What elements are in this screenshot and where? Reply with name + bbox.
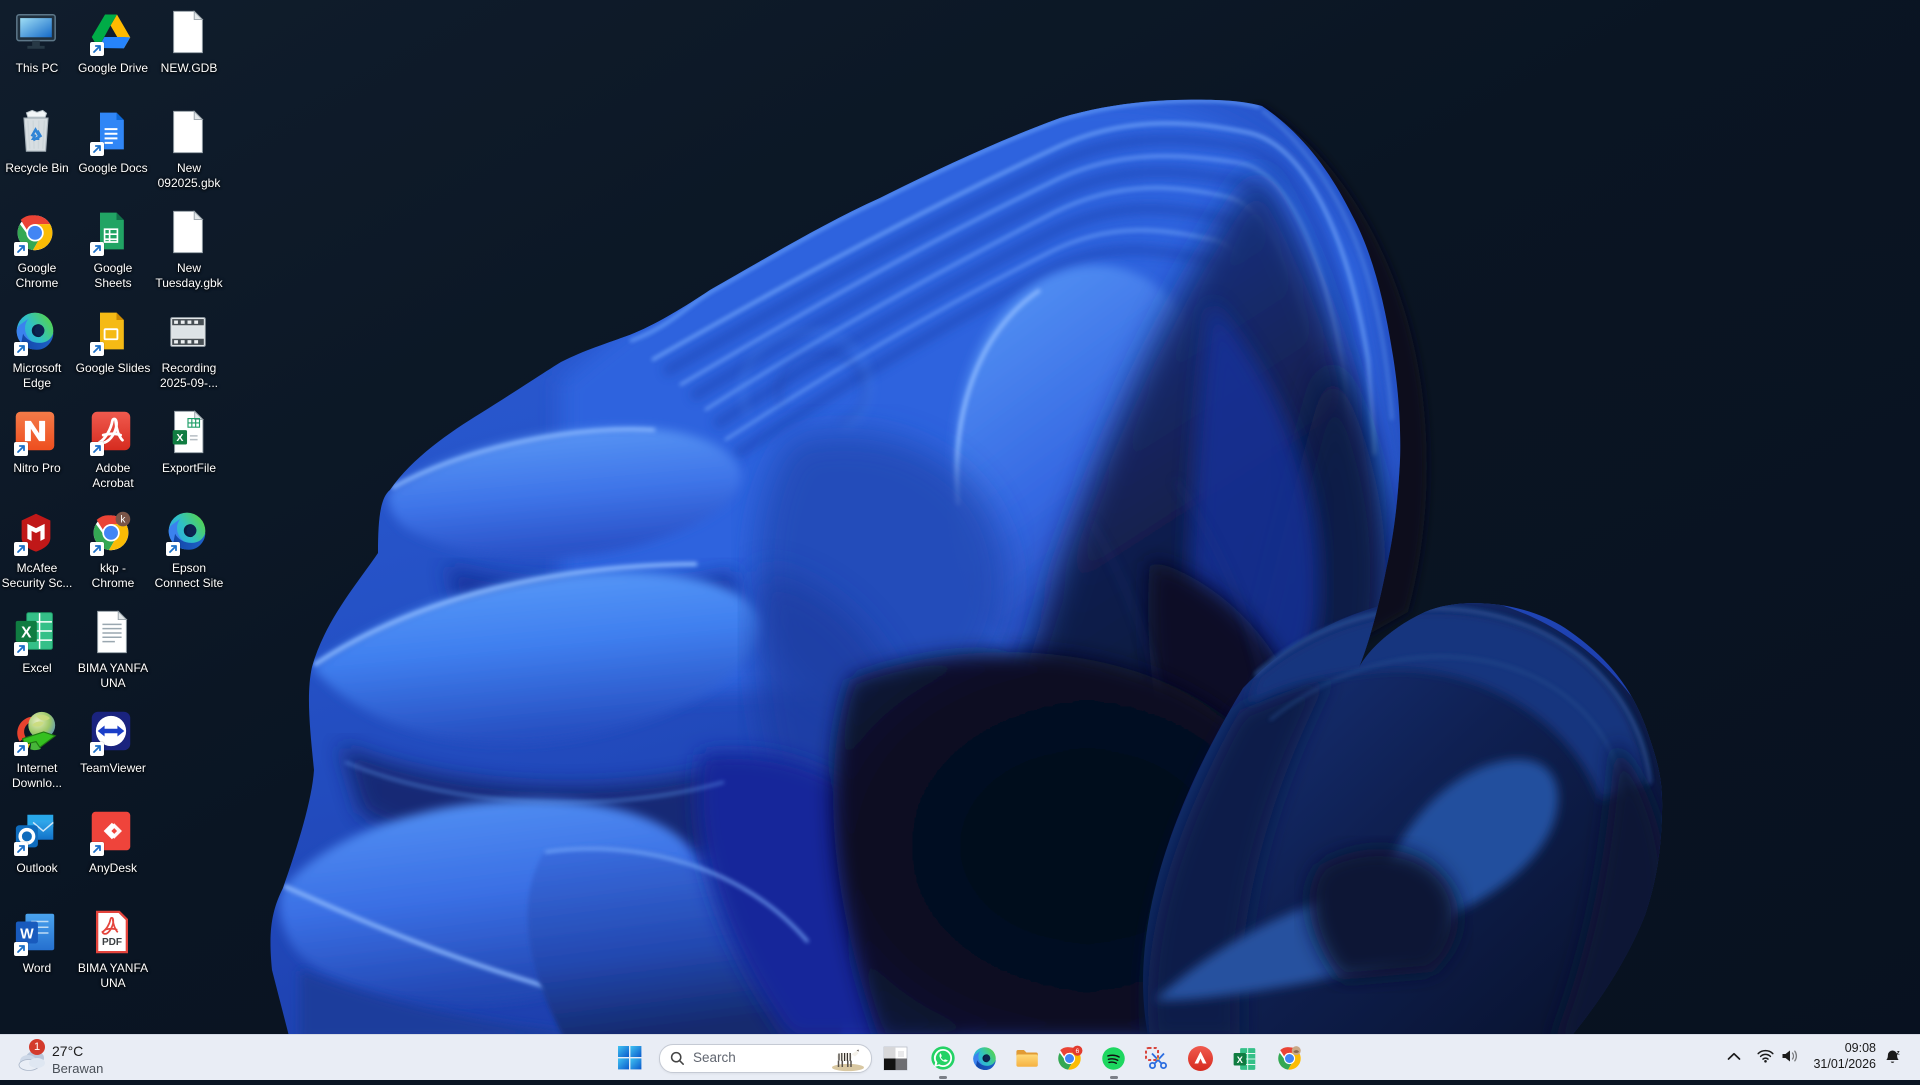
svg-text:W: W [20,927,34,943]
svg-text:X: X [1237,1055,1244,1065]
svg-text:X: X [176,432,183,444]
svg-text:z: z [1897,1049,1901,1056]
svg-text:6: 6 [1075,1048,1079,1055]
svg-text:X: X [21,624,32,641]
svg-text:PDF: PDF [102,937,122,948]
